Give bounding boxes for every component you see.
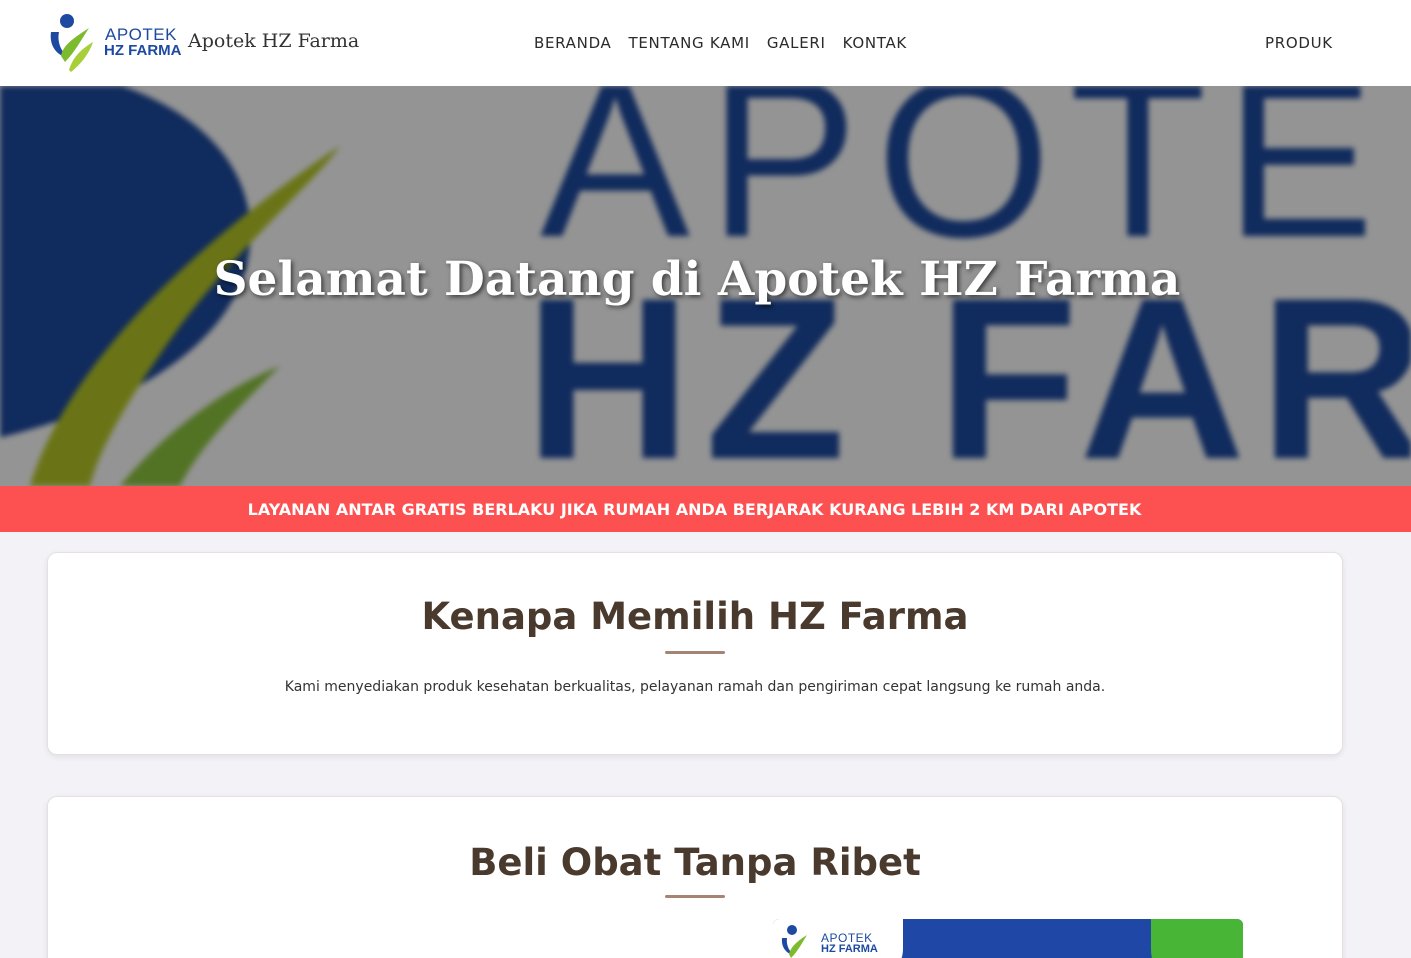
nav-tentang-kami[interactable]: TENTANG KAMI	[629, 34, 750, 52]
why-choose-text: Kami menyediakan produk kesehatan berkua…	[284, 679, 1106, 695]
banner-logo-icon	[781, 925, 807, 958]
navbar: APOTEK HZ FARMA Apotek HZ Farma BERANDA …	[0, 0, 1411, 86]
logo-icon	[50, 14, 93, 72]
hero: APOTE HZ FARM Selamat Datang di Apotek H…	[0, 86, 1411, 486]
banner-logo-text-hz-farma: HZ FARMA	[821, 943, 878, 955]
logo-text-hz-farma: HZ FARMA	[104, 42, 182, 59]
free-delivery-text: LAYANAN ANTAR GRATIS BERLAKU JIKA RUMAH …	[247, 499, 1142, 519]
nav-produk[interactable]: PRODUK	[1265, 34, 1333, 52]
nav-kontak[interactable]: KONTAK	[843, 34, 907, 52]
title-divider	[665, 895, 725, 898]
main-nav: BERANDA TENTANG KAMI GALERI KONTAK	[534, 34, 924, 52]
free-delivery-banner: LAYANAN ANTAR GRATIS BERLAKU JIKA RUMAH …	[0, 486, 1411, 532]
nav-beranda[interactable]: BERANDA	[534, 34, 612, 52]
hero-title: Selamat Datang di Apotek HZ Farma	[213, 252, 1181, 307]
logo: APOTEK HZ FARMA	[47, 12, 184, 74]
brand[interactable]: APOTEK HZ FARMA Apotek HZ Farma	[47, 12, 359, 74]
buy-medicine-title: Beli Obat Tanpa Ribet	[469, 841, 921, 884]
why-choose-card: Kenapa Memilih HZ Farma Kami menyediakan…	[47, 552, 1343, 755]
product-banner-image: APOTEK HZ FARMA	[773, 919, 1243, 958]
banner-green-shape	[1151, 919, 1243, 958]
buy-medicine-card: Beli Obat Tanpa Ribet APOTEK HZ FARMA	[47, 796, 1343, 958]
brand-name[interactable]: Apotek HZ Farma	[188, 30, 359, 52]
nav-galeri[interactable]: GALERI	[767, 34, 826, 52]
title-divider	[665, 651, 725, 654]
why-choose-title: Kenapa Memilih HZ Farma	[421, 595, 969, 638]
